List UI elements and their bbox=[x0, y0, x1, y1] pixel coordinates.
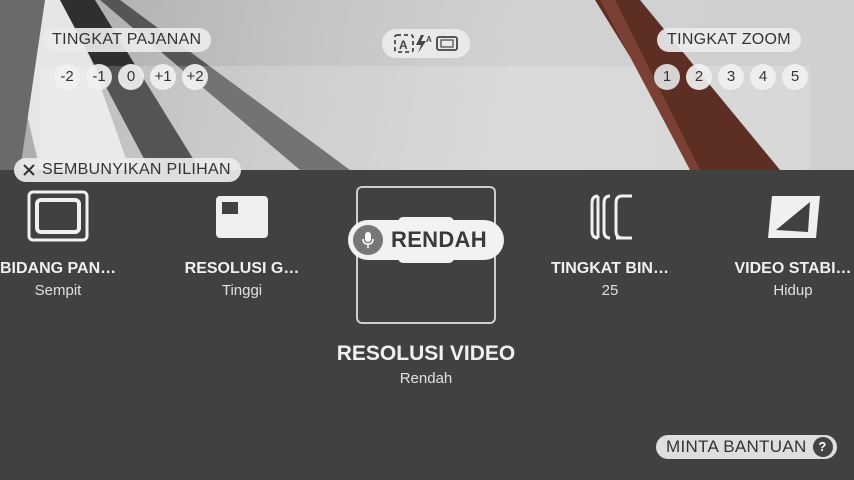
setting-tile-video-stabilization[interactable]: VIDEO STABI… Hidup bbox=[732, 190, 854, 310]
zoom-option-5[interactable]: 5 bbox=[782, 64, 808, 90]
zoom-option-3[interactable]: 3 bbox=[718, 64, 744, 90]
exposure-option-plus1[interactable]: +1 bbox=[150, 64, 176, 90]
close-icon bbox=[23, 164, 35, 176]
zoom-option-4[interactable]: 4 bbox=[750, 64, 776, 90]
setting-tile-photo-resolution[interactable]: RESOLUSI G… Tinggi bbox=[180, 190, 304, 310]
selected-setting-title: RESOLUSI VIDEO bbox=[336, 342, 516, 365]
setting-value: 25 bbox=[601, 282, 619, 299]
svg-text:A: A bbox=[399, 38, 408, 52]
setting-value: Sempit bbox=[34, 282, 82, 299]
setting-title: BIDANG PAN… bbox=[0, 260, 117, 277]
svg-text:A: A bbox=[426, 35, 432, 44]
exposure-title: TINGKAT PAJANAN bbox=[42, 28, 212, 52]
stabilization-icon bbox=[768, 196, 820, 238]
setting-value: Hidup bbox=[773, 282, 813, 299]
camera-viewfinder[interactable]: TINGKAT PAJANAN -2 -1 0 +1 +2 A A TINGKA… bbox=[0, 0, 854, 170]
hide-options-button[interactable]: SEMBUNYIKAN PILIHAN bbox=[14, 158, 241, 182]
photo-resolution-icon bbox=[216, 196, 268, 238]
hide-options-label: SEMBUNYIKAN PILIHAN bbox=[42, 161, 231, 178]
camera-mode-indicators[interactable]: A A bbox=[382, 29, 470, 58]
help-label: MINTA BANTUAN bbox=[666, 437, 807, 456]
settings-panel: SEMBUNYIKAN PILIHAN BIDANG PAN… Sempit R… bbox=[0, 158, 854, 480]
voice-suggestion-chip[interactable]: RENDAH bbox=[348, 220, 504, 260]
exposure-option-0[interactable]: 0 bbox=[118, 64, 144, 90]
auto-mode-icons: A A bbox=[394, 34, 458, 53]
help-button[interactable]: MINTA BANTUAN ? bbox=[656, 435, 837, 459]
voice-chip-label: RENDAH bbox=[391, 227, 487, 252]
zoom-title: TINGKAT ZOOM bbox=[657, 28, 801, 52]
setting-tile-frame-rate[interactable]: TINGKAT BIN… 25 bbox=[548, 190, 672, 310]
setting-value: Tinggi bbox=[221, 282, 263, 299]
exposure-option-minus2[interactable]: -2 bbox=[54, 64, 80, 90]
setting-title: TINGKAT BIN… bbox=[551, 260, 669, 277]
zoom-option-2[interactable]: 2 bbox=[686, 64, 712, 90]
exposure-option-plus2[interactable]: +2 bbox=[182, 64, 208, 90]
framing-icon bbox=[27, 190, 89, 242]
setting-title: RESOLUSI G… bbox=[184, 260, 300, 277]
help-icon: ? bbox=[812, 437, 833, 457]
microphone-icon bbox=[353, 225, 383, 255]
frame-rate-icon bbox=[590, 194, 632, 240]
zoom-option-1[interactable]: 1 bbox=[654, 64, 680, 90]
setting-title: VIDEO STABI… bbox=[734, 260, 852, 277]
selected-setting-value: Rendah bbox=[399, 370, 453, 387]
setting-tile-framing[interactable]: BIDANG PAN… Sempit bbox=[0, 190, 116, 310]
exposure-option-minus1[interactable]: -1 bbox=[86, 64, 112, 90]
